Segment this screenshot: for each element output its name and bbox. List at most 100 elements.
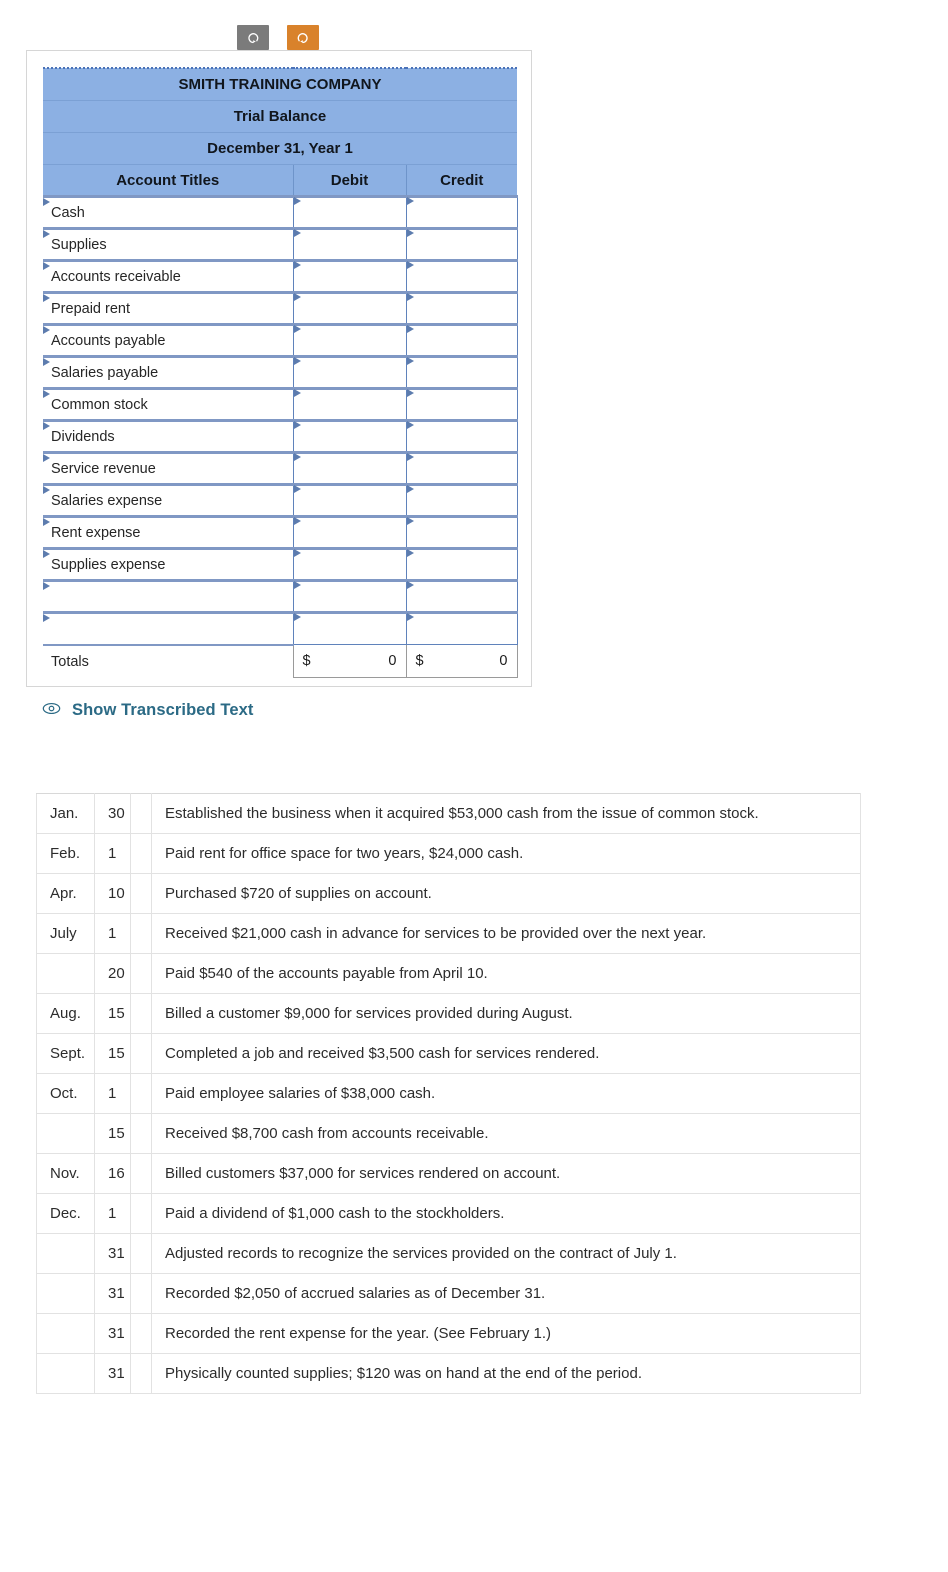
account-title-text: Accounts payable: [51, 332, 166, 349]
cell-marker-icon: [43, 615, 50, 622]
transaction-row: Feb. 1 Paid rent for office space for two …: [36, 833, 861, 874]
worksheet-account-row: Salaries payable: [43, 355, 518, 389]
statement-title: Trial Balance: [43, 100, 517, 133]
cell-marker-icon: [43, 487, 50, 494]
transaction-spacer: [130, 1233, 152, 1274]
debit-input-cell[interactable]: [292, 195, 407, 229]
debit-input-cell[interactable]: [292, 547, 407, 581]
transactions-body: Jan. 30 Established the business when it a…: [36, 793, 861, 1394]
account-title-cell[interactable]: Salaries payable: [43, 355, 293, 389]
worksheet-account-row: Supplies expense: [43, 547, 518, 581]
credit-input-cell[interactable]: [405, 579, 518, 613]
credit-input-cell[interactable]: [405, 227, 518, 261]
credit-input-cell[interactable]: [405, 515, 518, 549]
account-title-cell[interactable]: Salaries expense: [43, 483, 293, 517]
account-title-text: Rent expense: [51, 524, 141, 541]
transaction-day: 1: [94, 1073, 131, 1114]
transaction-row: Apr. 10 Purchased $720 of supplies on acco…: [36, 873, 861, 914]
cell-marker-icon: [293, 453, 301, 461]
cell-marker-icon: [406, 613, 414, 621]
cell-marker-icon: [43, 391, 50, 398]
account-title-cell[interactable]: Cash: [43, 195, 293, 229]
debit-input-cell[interactable]: [292, 227, 407, 261]
transaction-month: Jan.: [36, 793, 95, 834]
account-title-cell[interactable]: Accounts receivable: [43, 259, 293, 293]
cell-marker-icon: [406, 357, 414, 365]
debit-input-cell[interactable]: [292, 451, 407, 485]
transaction-day: 30: [94, 793, 131, 834]
debit-input-cell[interactable]: [292, 611, 407, 645]
account-title-text: Dividends: [51, 428, 115, 445]
debit-input-cell[interactable]: [292, 483, 407, 517]
cell-marker-icon: [406, 485, 414, 493]
redo-arrow-icon: [296, 31, 310, 45]
account-title-cell[interactable]: Supplies expense: [43, 547, 293, 581]
debit-input-cell[interactable]: [292, 515, 407, 549]
debit-input-cell[interactable]: [292, 387, 407, 421]
transaction-month: [36, 1233, 95, 1274]
credit-input-cell[interactable]: [405, 291, 518, 325]
worksheet-column-headers: Account Titles Debit Credit: [43, 164, 517, 197]
transaction-description: Billed a customer $9,000 for services pr…: [151, 993, 861, 1034]
transaction-month: Feb.: [36, 833, 95, 874]
account-title-cell[interactable]: [43, 579, 293, 613]
transaction-month: [36, 1273, 95, 1314]
cell-marker-icon: [406, 517, 414, 525]
credit-input-cell[interactable]: [405, 451, 518, 485]
transaction-spacer: [130, 993, 152, 1034]
account-title-text: Supplies: [51, 236, 107, 253]
transaction-row: Oct. 1 Paid employee salaries of $38,000 c…: [36, 1073, 861, 1114]
cell-marker-icon: [43, 359, 50, 366]
transaction-description: Adjusted records to recognize the servic…: [151, 1233, 861, 1274]
debit-input-cell[interactable]: [292, 291, 407, 325]
debit-input-cell[interactable]: [292, 419, 407, 453]
account-title-cell[interactable]: Prepaid rent: [43, 291, 293, 325]
account-title-cell[interactable]: [43, 611, 293, 645]
transaction-day: 1: [94, 1193, 131, 1234]
debit-input-cell[interactable]: [292, 579, 407, 613]
cell-marker-icon: [406, 549, 414, 557]
transaction-row: Jan. 30 Established the business when it a…: [36, 793, 861, 834]
undo-button[interactable]: [237, 25, 269, 50]
debit-input-cell[interactable]: [292, 323, 407, 357]
transaction-description: Purchased $720 of supplies on account.: [151, 873, 861, 914]
cell-marker-icon: [43, 327, 50, 334]
credit-input-cell[interactable]: [405, 259, 518, 293]
transaction-description: Recorded $2,050 of accrued salaries as o…: [151, 1273, 861, 1314]
transaction-description: Billed customers $37,000 for services re…: [151, 1153, 861, 1194]
account-title-cell[interactable]: Dividends: [43, 419, 293, 453]
credit-input-cell[interactable]: [405, 387, 518, 421]
credit-input-cell[interactable]: [405, 195, 518, 229]
show-transcribed-text-link[interactable]: Show Transcribed Text: [42, 701, 254, 720]
show-transcribed-text-label: Show Transcribed Text: [72, 701, 254, 719]
debit-input-cell[interactable]: [292, 355, 407, 389]
transaction-row: 31 Recorded the rent expense for the year…: [36, 1313, 861, 1354]
cell-marker-icon: [43, 295, 50, 302]
cell-marker-icon: [293, 325, 301, 333]
cell-marker-icon: [293, 517, 301, 525]
totals-debit-symbol: $: [302, 653, 311, 669]
credit-input-cell[interactable]: [405, 419, 518, 453]
transaction-description: Recorded the rent expense for the year. …: [151, 1313, 861, 1354]
redo-button[interactable]: [287, 25, 319, 50]
transaction-spacer: [130, 1113, 152, 1154]
account-title-cell[interactable]: Rent expense: [43, 515, 293, 549]
transaction-spacer: [130, 1273, 152, 1314]
cell-marker-icon: [293, 229, 301, 237]
credit-input-cell[interactable]: [405, 547, 518, 581]
column-header-credit: Credit: [406, 164, 517, 197]
credit-input-cell[interactable]: [405, 323, 518, 357]
transaction-description: Paid a dividend of $1,000 cash to the st…: [151, 1193, 861, 1234]
debit-input-cell[interactable]: [292, 259, 407, 293]
account-title-cell[interactable]: Service revenue: [43, 451, 293, 485]
transaction-spacer: [130, 1033, 152, 1074]
transaction-day: 31: [94, 1353, 131, 1394]
account-title-cell[interactable]: Common stock: [43, 387, 293, 421]
account-title-text: Common stock: [51, 396, 148, 413]
credit-input-cell[interactable]: [405, 355, 518, 389]
worksheet-account-row: Rent expense: [43, 515, 518, 549]
account-title-cell[interactable]: Accounts payable: [43, 323, 293, 357]
credit-input-cell[interactable]: [405, 483, 518, 517]
credit-input-cell[interactable]: [405, 611, 518, 645]
account-title-cell[interactable]: Supplies: [43, 227, 293, 261]
